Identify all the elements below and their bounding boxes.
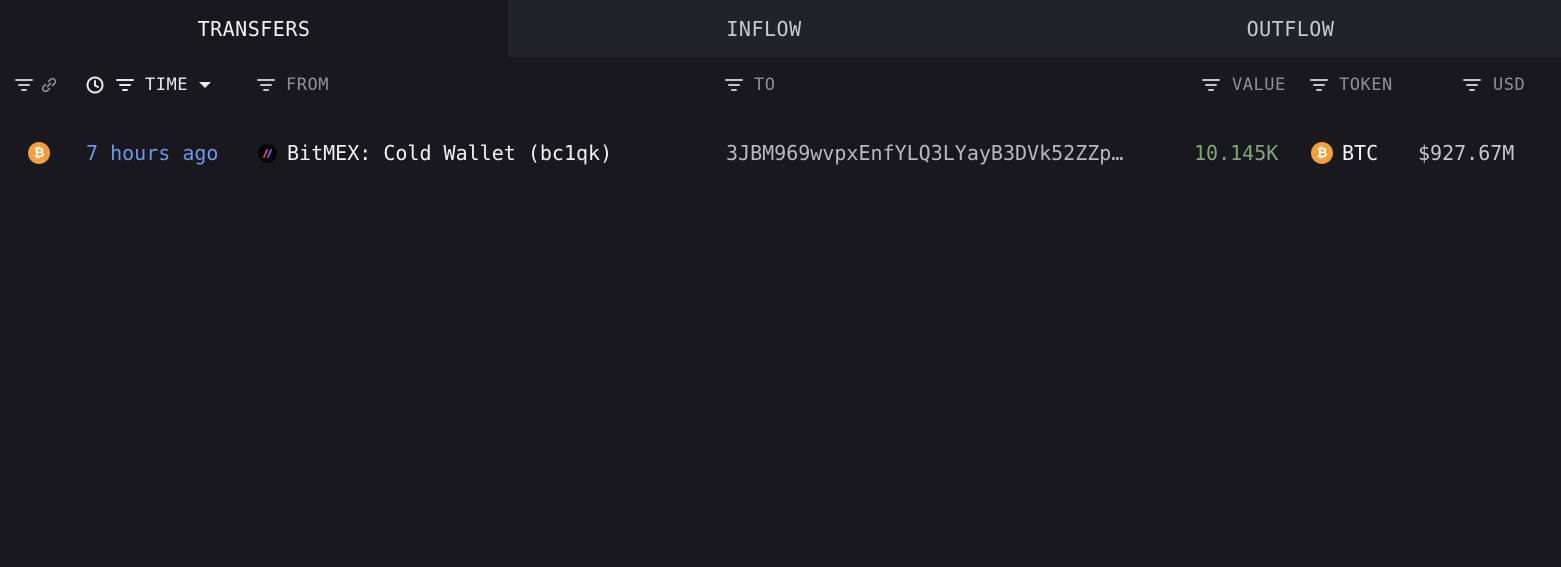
- token-symbol: BTC: [1342, 141, 1379, 165]
- btc-coin-icon: ₿: [1311, 142, 1333, 164]
- value-amount: 10.145K: [1194, 141, 1279, 165]
- filter-icon[interactable]: [1201, 75, 1221, 95]
- time-column-header: TIME: [85, 57, 212, 113]
- usd-column-header: USD: [1462, 57, 1525, 113]
- token-link[interactable]: ₿ BTC: [1311, 125, 1378, 181]
- btc-coin-icon: ₿: [28, 142, 50, 164]
- from-entity-label: BitMEX: Cold Wallet (bc1qk): [287, 141, 613, 165]
- table-header: TIME FROM TO VALUE TOKEN USD: [0, 57, 1561, 113]
- chain-cell: ₿: [28, 125, 50, 181]
- to-column-label: TO: [754, 75, 776, 95]
- filter-icon[interactable]: [1309, 75, 1329, 95]
- to-column-header: TO: [724, 57, 775, 113]
- filter-icon[interactable]: [14, 75, 34, 95]
- time-column-label[interactable]: TIME: [145, 75, 188, 95]
- tab-transfers[interactable]: TRANSFERS: [0, 0, 508, 57]
- from-column-header: FROM: [256, 57, 329, 113]
- filter-icon[interactable]: [256, 75, 276, 95]
- tab-inflow[interactable]: INFLOW: [508, 0, 1020, 57]
- token-column-header: TOKEN: [1309, 57, 1393, 113]
- table-row[interactable]: ₿ 7 hours ago BitMEX: Cold Wallet (bc1qk…: [0, 125, 1561, 181]
- bitmex-icon: [258, 143, 277, 163]
- tab-outflow[interactable]: OUTFLOW: [1020, 0, 1561, 57]
- filter-icon[interactable]: [724, 75, 744, 95]
- usd-column-label[interactable]: USD: [1493, 75, 1525, 95]
- time-link[interactable]: 7 hours ago: [86, 125, 218, 181]
- token-column-label: TOKEN: [1339, 75, 1393, 95]
- chain-column-header: [14, 57, 58, 113]
- to-address-link[interactable]: 3JBM969wvpxEnfYLQ3LYayB3DVk52ZZp…: [726, 125, 1123, 181]
- sort-desc-icon[interactable]: [198, 78, 212, 92]
- filter-icon[interactable]: [1462, 75, 1482, 95]
- from-column-label: FROM: [286, 75, 329, 95]
- usd-amount: $927.67M: [1418, 141, 1515, 165]
- clock-icon[interactable]: [85, 75, 105, 95]
- filter-icon[interactable]: [115, 75, 135, 95]
- tab-bar: TRANSFERS INFLOW OUTFLOW: [0, 0, 1561, 57]
- from-entity-link[interactable]: BitMEX: Cold Wallet (bc1qk): [258, 125, 612, 181]
- link-icon[interactable]: [40, 76, 58, 94]
- value-column-header: VALUE: [1201, 57, 1286, 113]
- value-column-label[interactable]: VALUE: [1232, 75, 1286, 95]
